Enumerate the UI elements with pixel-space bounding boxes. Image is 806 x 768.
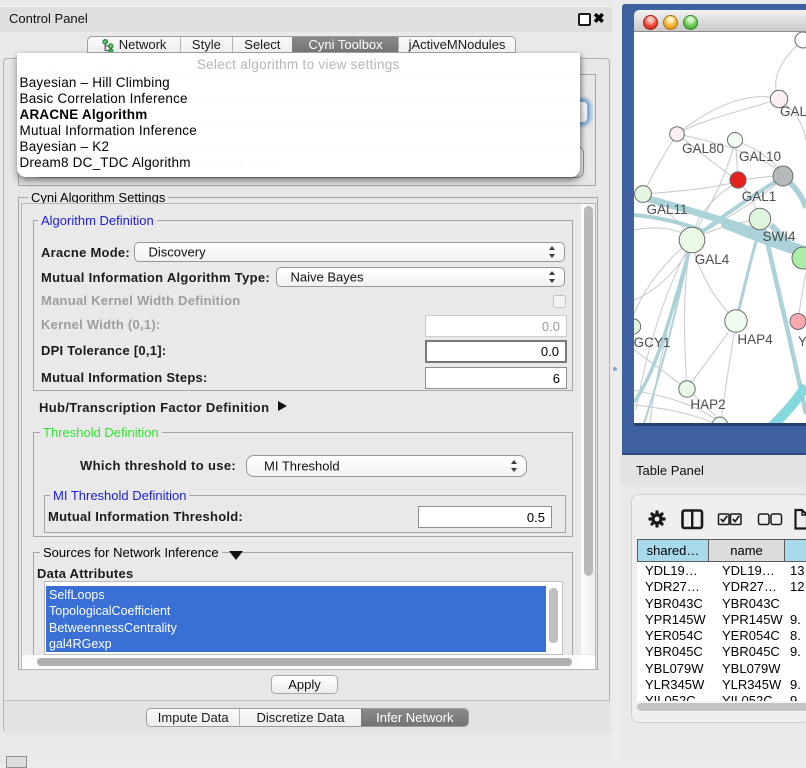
- svg-text:GAL80: GAL80: [682, 141, 724, 156]
- svg-text:Y: Y: [798, 334, 806, 349]
- svg-text:HAP2: HAP2: [690, 397, 725, 412]
- svg-text:HAP4: HAP4: [737, 332, 773, 347]
- svg-text:GCY1: GCY1: [634, 335, 670, 350]
- svg-text:GAL1: GAL1: [742, 189, 777, 204]
- svg-text:GAL11: GAL11: [646, 202, 687, 217]
- svg-text:GAL: GAL: [780, 104, 806, 119]
- svg-text:SWI4: SWI4: [762, 229, 795, 244]
- svg-text:GAL4: GAL4: [695, 252, 730, 267]
- svg-text:GAL10: GAL10: [739, 149, 781, 164]
